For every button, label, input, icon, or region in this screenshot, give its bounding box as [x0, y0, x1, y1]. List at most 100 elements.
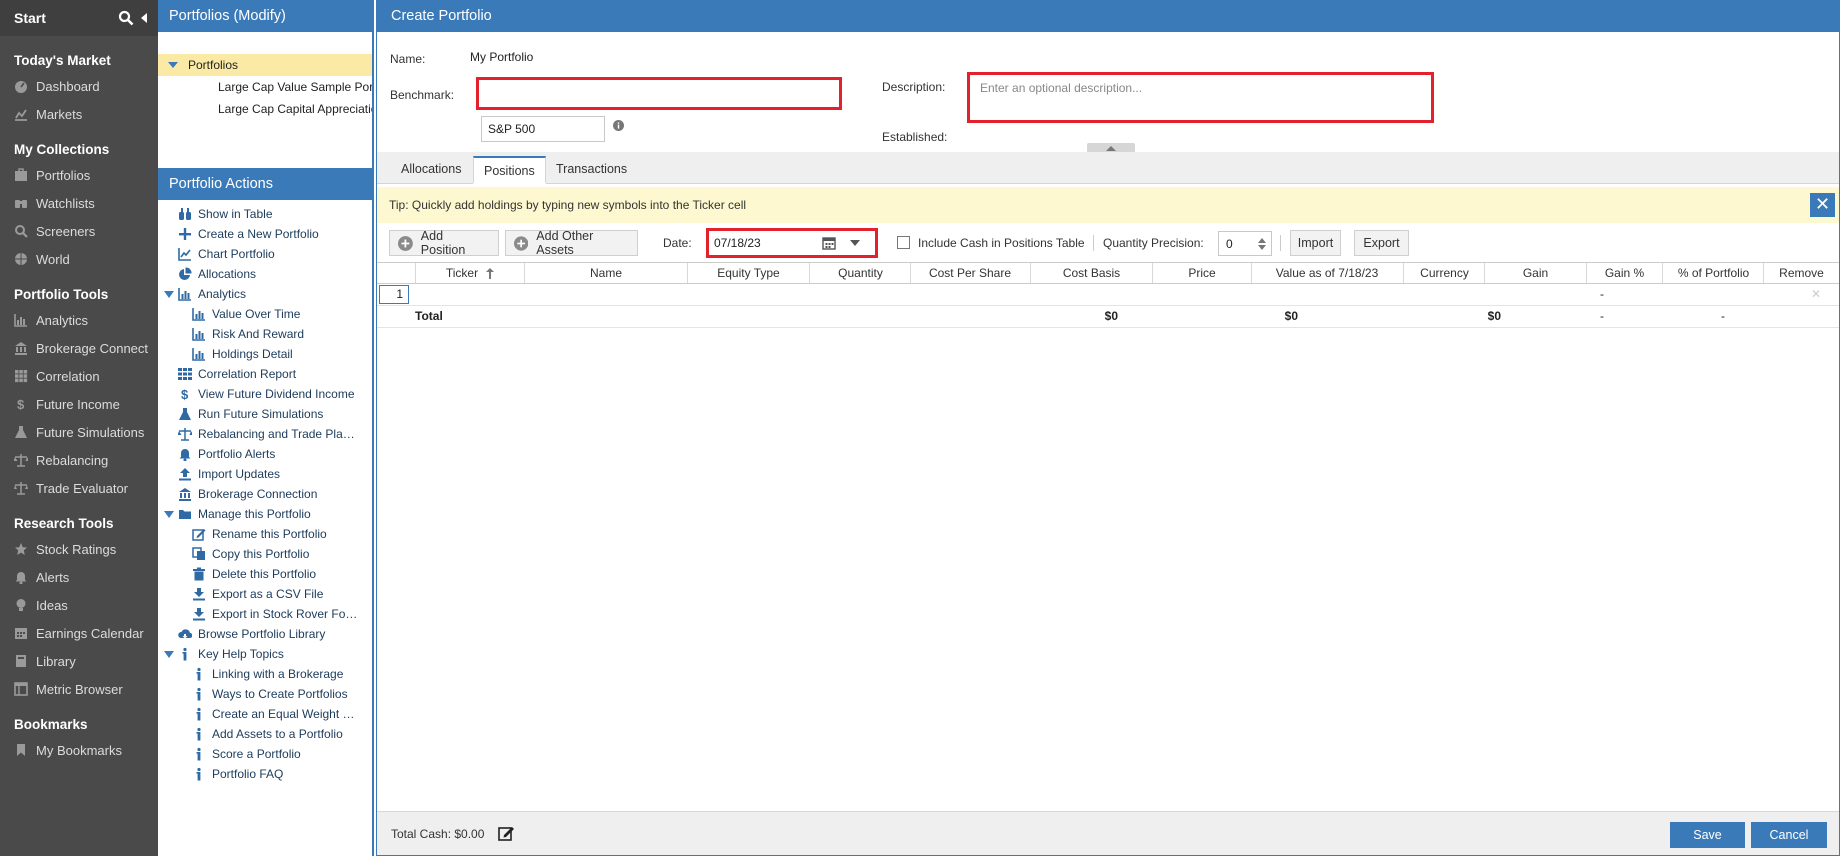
quantity-precision-stepper[interactable]: 0 [1218, 231, 1272, 256]
row-number-cell[interactable]: 1 [379, 285, 409, 304]
edit-icon[interactable] [498, 825, 515, 841]
include-cash-checkbox[interactable] [897, 236, 910, 249]
col-header--of-portfolio[interactable]: % of Portfolio [1662, 263, 1764, 283]
action-label: Manage this Portfolio [198, 507, 311, 521]
action-brokerage-connection[interactable]: Brokerage Connection [158, 484, 372, 504]
action-create-a-new-portfolio[interactable]: Create a New Portfolio [158, 224, 372, 244]
nav-item-dashboard[interactable]: Dashboard [0, 72, 158, 100]
action-rename-this-portfolio[interactable]: Rename this Portfolio [158, 524, 372, 544]
action-export-in-stock-rover-fo[interactable]: Export in Stock Rover Fo… [158, 604, 372, 624]
nav-item-portfolios[interactable]: Portfolios [0, 161, 158, 189]
action-portfolio-faq[interactable]: Portfolio FAQ [158, 764, 372, 784]
col-header-equity-type[interactable]: Equity Type [687, 263, 809, 283]
col-header-value-as-of-7-18-23[interactable]: Value as of 7/18/23 [1251, 263, 1402, 283]
action-chart-portfolio[interactable]: Chart Portfolio [158, 244, 372, 264]
col-header-currency[interactable]: Currency [1403, 263, 1485, 283]
action-delete-this-portfolio[interactable]: Delete this Portfolio [158, 564, 372, 584]
sort-asc-icon[interactable] [486, 268, 495, 280]
remove-icon[interactable]: ✕ [1793, 284, 1839, 305]
nav-item-my-bookmarks[interactable]: My Bookmarks [0, 736, 158, 764]
action-linking-with-a-brokerage[interactable]: Linking with a Brokerage [158, 664, 372, 684]
action-allocations[interactable]: Allocations [158, 264, 372, 284]
action-value-over-time[interactable]: Value Over Time [158, 304, 372, 324]
action-label: Add Assets to a Portfolio [212, 727, 343, 741]
expand-icon[interactable] [164, 290, 174, 298]
nav-item-correlation[interactable]: Correlation [0, 362, 158, 390]
action-rebalancing-and-trade-pla[interactable]: Rebalancing and Trade Pla… [158, 424, 372, 444]
nav-item-stock-ratings[interactable]: Stock Ratings [0, 535, 158, 563]
tab-allocations[interactable]: Allocations [391, 156, 471, 184]
search-icon[interactable] [118, 10, 134, 26]
nav-item-world[interactable]: World [0, 245, 158, 273]
tree-item-portfolio[interactable]: Large Cap Value Sample Portfolio [158, 76, 372, 98]
info-icon[interactable] [613, 120, 624, 131]
nav-item-alerts[interactable]: Alerts [0, 563, 158, 591]
nav-item-screeners[interactable]: Screeners [0, 217, 158, 245]
calendar-icon[interactable] [822, 236, 836, 250]
benchmark-input[interactable]: S&P 500 [481, 116, 605, 142]
col-header-price[interactable]: Price [1152, 263, 1251, 283]
tab-transactions[interactable]: Transactions [546, 156, 637, 184]
action-label: Score a Portfolio [212, 747, 301, 761]
action-export-as-a-csv-file[interactable]: Export as a CSV File [158, 584, 372, 604]
close-icon[interactable]: ✕ [1810, 193, 1835, 217]
action-correlation-report[interactable]: Correlation Report [158, 364, 372, 384]
nav-item-metric-browser[interactable]: Metric Browser [0, 675, 158, 703]
nav-item-watchlists[interactable]: Watchlists [0, 189, 158, 217]
expand-icon[interactable] [168, 61, 178, 69]
import-button[interactable]: Import [1290, 230, 1341, 256]
spinner-icon[interactable] [1257, 237, 1267, 251]
action-add-assets-to-a-portfolio[interactable]: Add Assets to a Portfolio [158, 724, 372, 744]
nav-item-earnings-calendar[interactable]: Earnings Calendar [0, 619, 158, 647]
action-run-future-simulations[interactable]: Run Future Simulations [158, 404, 372, 424]
action-risk-and-reward[interactable]: Risk And Reward [158, 324, 372, 344]
col-header-gain[interactable]: Gain [1484, 263, 1586, 283]
table-row[interactable]: 1 - ✕ [377, 284, 1839, 306]
nav-item-library[interactable]: Library [0, 647, 158, 675]
action-portfolio-alerts[interactable]: Portfolio Alerts [158, 444, 372, 464]
nav-item-rebalancing[interactable]: Rebalancing [0, 446, 158, 474]
expand-icon[interactable] [164, 650, 174, 658]
save-button[interactable]: Save [1670, 822, 1745, 848]
tab-positions[interactable]: Positions [473, 156, 546, 184]
chevron-down-icon[interactable] [850, 240, 860, 246]
col-header-cost-basis[interactable]: Cost Basis [1030, 263, 1152, 283]
name-input[interactable]: My Portfolio [464, 45, 798, 69]
col-header-cost-per-share[interactable]: Cost Per Share [910, 263, 1029, 283]
collapse-icon[interactable] [140, 12, 148, 24]
action-analytics[interactable]: Analytics [158, 284, 372, 304]
col-header-quantity[interactable]: Quantity [809, 263, 911, 283]
action-create-an-equal-weight[interactable]: Create an Equal Weight … [158, 704, 372, 724]
action-browse-portfolio-library[interactable]: Browse Portfolio Library [158, 624, 372, 644]
col-header-remove[interactable]: Remove [1763, 263, 1839, 283]
date-picker[interactable]: 07/18/23 [712, 233, 872, 253]
nav-item-analytics[interactable]: Analytics [0, 306, 158, 334]
nav-item-future-income[interactable]: $ Future Income [0, 390, 158, 418]
export-button[interactable]: Export [1354, 230, 1409, 256]
action-manage-this-portfolio[interactable]: Manage this Portfolio [158, 504, 372, 524]
col-header-ticker[interactable]: Ticker [415, 263, 524, 283]
col-header-gain[interactable]: Gain % [1586, 263, 1662, 283]
nav-item-future-simulations[interactable]: Future Simulations [0, 418, 158, 446]
add-position-button[interactable]: Add Position [389, 229, 499, 257]
start-button[interactable]: Start [14, 10, 46, 26]
action-holdings-detail[interactable]: Holdings Detail [158, 344, 372, 364]
action-import-updates[interactable]: Import Updates [158, 464, 372, 484]
action-key-help-topics[interactable]: Key Help Topics [158, 644, 372, 664]
description-input[interactable]: Enter an optional description... [974, 78, 1429, 98]
action-score-a-portfolio[interactable]: Score a Portfolio [158, 744, 372, 764]
nav-item-markets[interactable]: Markets [0, 100, 158, 128]
expand-icon[interactable] [164, 510, 174, 518]
action-copy-this-portfolio[interactable]: Copy this Portfolio [158, 544, 372, 564]
nav-item-brokerage-connect[interactable]: Brokerage Connect [0, 334, 158, 362]
action-ways-to-create-portfolios[interactable]: Ways to Create Portfolios [158, 684, 372, 704]
tree-item-portfolio[interactable]: Large Cap Capital Appreciation [158, 98, 372, 120]
action-show-in-table[interactable]: Show in Table [158, 204, 372, 224]
nav-item-trade-evaluator[interactable]: Trade Evaluator [0, 474, 158, 502]
nav-item-ideas[interactable]: Ideas [0, 591, 158, 619]
add-other-assets-button[interactable]: Add Other Assets [505, 229, 638, 257]
col-header-name[interactable]: Name [524, 263, 687, 283]
cancel-button[interactable]: Cancel [1751, 822, 1827, 848]
action-view-future-dividend-income[interactable]: $ View Future Dividend Income [158, 384, 372, 404]
tree-root-portfolios[interactable]: Portfolios [158, 54, 372, 76]
